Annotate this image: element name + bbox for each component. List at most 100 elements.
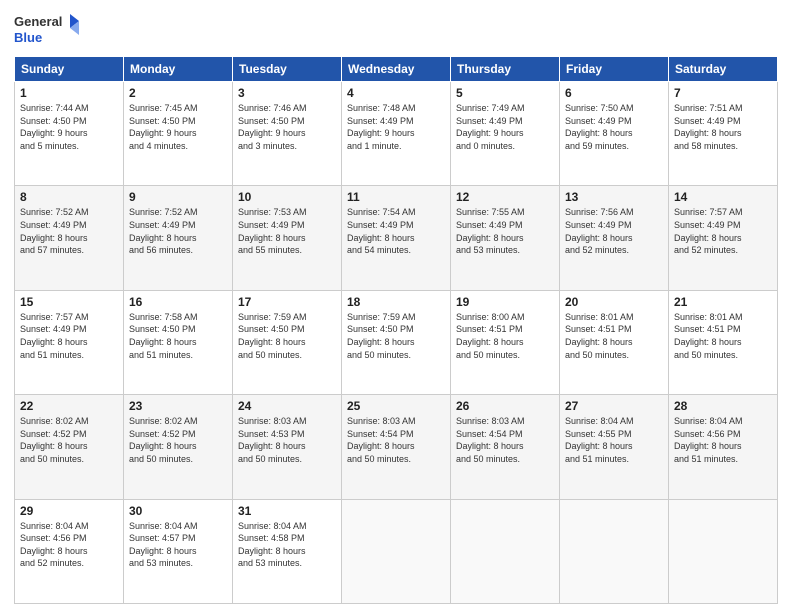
- day-cell: 27Sunrise: 8:04 AM Sunset: 4:55 PM Dayli…: [560, 395, 669, 499]
- day-cell: 2 Sunrise: 7:45 AM Sunset: 4:50 PM Daylig…: [124, 82, 233, 186]
- day-number: 2: [129, 86, 227, 100]
- day-info: Sunrise: 8:04 AM Sunset: 4:56 PM Dayligh…: [20, 520, 118, 570]
- day-info: Sunrise: 8:04 AM Sunset: 4:57 PM Dayligh…: [129, 520, 227, 570]
- svg-text:Blue: Blue: [14, 30, 42, 45]
- weekday-header-sunday: Sunday: [15, 57, 124, 82]
- day-cell: 29 Sunrise: 8:04 AM Sunset: 4:56 PM Dayli…: [15, 499, 124, 603]
- day-info: Sunrise: 7:59 AM Sunset: 4:50 PM Dayligh…: [347, 311, 445, 361]
- day-info: Sunrise: 7:48 AM Sunset: 4:49 PM Dayligh…: [347, 102, 445, 152]
- day-info: Sunrise: 7:49 AM Sunset: 4:49 PM Dayligh…: [456, 102, 554, 152]
- weekday-header-wednesday: Wednesday: [342, 57, 451, 82]
- day-number: 12: [456, 190, 554, 204]
- day-info: Sunrise: 7:54 AM Sunset: 4:49 PM Dayligh…: [347, 206, 445, 256]
- day-cell: 25 Sunrise: 8:03 AM Sunset: 4:54 PM Dayli…: [342, 395, 451, 499]
- day-info: Sunrise: 8:03 AM Sunset: 4:54 PM Dayligh…: [456, 415, 554, 465]
- weekday-header-saturday: Saturday: [669, 57, 778, 82]
- day-number: 5: [456, 86, 554, 100]
- logo-icon: GeneralBlue: [14, 12, 84, 48]
- day-cell: 18Sunrise: 7:59 AM Sunset: 4:50 PM Dayli…: [342, 290, 451, 394]
- day-info: Sunrise: 8:04 AM Sunset: 4:58 PM Dayligh…: [238, 520, 336, 570]
- day-cell: 16 Sunrise: 7:58 AM Sunset: 4:50 PM Dayli…: [124, 290, 233, 394]
- day-number: 13: [565, 190, 663, 204]
- day-cell: 26 Sunrise: 8:03 AM Sunset: 4:54 PM Dayli…: [451, 395, 560, 499]
- day-number: 31: [238, 504, 336, 518]
- day-number: 3: [238, 86, 336, 100]
- day-cell: 14 Sunrise: 7:57 AM Sunset: 4:49 PM Dayli…: [669, 186, 778, 290]
- week-row-3: 15Sunrise: 7:57 AM Sunset: 4:49 PM Dayli…: [15, 290, 778, 394]
- day-number: 24: [238, 399, 336, 413]
- day-cell: 6Sunrise: 7:50 AM Sunset: 4:49 PM Daylig…: [560, 82, 669, 186]
- day-info: Sunrise: 8:03 AM Sunset: 4:54 PM Dayligh…: [347, 415, 445, 465]
- logo: GeneralBlue: [14, 12, 84, 48]
- day-info: Sunrise: 7:58 AM Sunset: 4:50 PM Dayligh…: [129, 311, 227, 361]
- day-info: Sunrise: 8:02 AM Sunset: 4:52 PM Dayligh…: [129, 415, 227, 465]
- day-number: 8: [20, 190, 118, 204]
- day-cell: 5 Sunrise: 7:49 AM Sunset: 4:49 PM Daylig…: [451, 82, 560, 186]
- day-info: Sunrise: 7:59 AM Sunset: 4:50 PM Dayligh…: [238, 311, 336, 361]
- day-number: 29: [20, 504, 118, 518]
- weekday-header-row: SundayMondayTuesdayWednesdayThursdayFrid…: [15, 57, 778, 82]
- day-number: 1: [20, 86, 118, 100]
- day-info: Sunrise: 7:44 AM Sunset: 4:50 PM Dayligh…: [20, 102, 118, 152]
- day-number: 21: [674, 295, 772, 309]
- day-cell: 8 Sunrise: 7:52 AM Sunset: 4:49 PM Daylig…: [15, 186, 124, 290]
- day-cell: 1 Sunrise: 7:44 AM Sunset: 4:50 PM Daylig…: [15, 82, 124, 186]
- week-row-1: 1 Sunrise: 7:44 AM Sunset: 4:50 PM Daylig…: [15, 82, 778, 186]
- weekday-header-thursday: Thursday: [451, 57, 560, 82]
- day-info: Sunrise: 7:51 AM Sunset: 4:49 PM Dayligh…: [674, 102, 772, 152]
- day-number: 27: [565, 399, 663, 413]
- day-cell: 7 Sunrise: 7:51 AM Sunset: 4:49 PM Daylig…: [669, 82, 778, 186]
- day-cell: 31 Sunrise: 8:04 AM Sunset: 4:58 PM Dayli…: [233, 499, 342, 603]
- day-number: 16: [129, 295, 227, 309]
- day-cell: 11 Sunrise: 7:54 AM Sunset: 4:49 PM Dayli…: [342, 186, 451, 290]
- day-number: 30: [129, 504, 227, 518]
- day-number: 9: [129, 190, 227, 204]
- weekday-header-monday: Monday: [124, 57, 233, 82]
- day-number: 26: [456, 399, 554, 413]
- calendar-table: SundayMondayTuesdayWednesdayThursdayFrid…: [14, 56, 778, 604]
- day-info: Sunrise: 8:00 AM Sunset: 4:51 PM Dayligh…: [456, 311, 554, 361]
- day-number: 23: [129, 399, 227, 413]
- day-info: Sunrise: 7:57 AM Sunset: 4:49 PM Dayligh…: [674, 206, 772, 256]
- day-cell: 28Sunrise: 8:04 AM Sunset: 4:56 PM Dayli…: [669, 395, 778, 499]
- day-cell: 4 Sunrise: 7:48 AM Sunset: 4:49 PM Daylig…: [342, 82, 451, 186]
- header: GeneralBlue: [14, 12, 778, 48]
- day-cell: 9Sunrise: 7:52 AM Sunset: 4:49 PM Daylig…: [124, 186, 233, 290]
- day-number: 28: [674, 399, 772, 413]
- day-cell: 3Sunrise: 7:46 AM Sunset: 4:50 PM Daylig…: [233, 82, 342, 186]
- day-info: Sunrise: 7:52 AM Sunset: 4:49 PM Dayligh…: [20, 206, 118, 256]
- day-cell: 15Sunrise: 7:57 AM Sunset: 4:49 PM Dayli…: [15, 290, 124, 394]
- weekday-header-tuesday: Tuesday: [233, 57, 342, 82]
- day-number: 10: [238, 190, 336, 204]
- day-cell: [451, 499, 560, 603]
- day-info: Sunrise: 7:45 AM Sunset: 4:50 PM Dayligh…: [129, 102, 227, 152]
- day-cell: 20Sunrise: 8:01 AM Sunset: 4:51 PM Dayli…: [560, 290, 669, 394]
- day-number: 19: [456, 295, 554, 309]
- week-row-2: 8 Sunrise: 7:52 AM Sunset: 4:49 PM Daylig…: [15, 186, 778, 290]
- day-info: Sunrise: 7:53 AM Sunset: 4:49 PM Dayligh…: [238, 206, 336, 256]
- day-cell: 10 Sunrise: 7:53 AM Sunset: 4:49 PM Dayli…: [233, 186, 342, 290]
- day-cell: 12Sunrise: 7:55 AM Sunset: 4:49 PM Dayli…: [451, 186, 560, 290]
- day-number: 22: [20, 399, 118, 413]
- day-cell: [342, 499, 451, 603]
- weekday-header-friday: Friday: [560, 57, 669, 82]
- day-cell: [560, 499, 669, 603]
- day-number: 25: [347, 399, 445, 413]
- day-number: 11: [347, 190, 445, 204]
- day-number: 7: [674, 86, 772, 100]
- day-number: 17: [238, 295, 336, 309]
- calendar-container: GeneralBlue SundayMondayTuesdayWednesday…: [0, 0, 792, 612]
- day-info: Sunrise: 7:50 AM Sunset: 4:49 PM Dayligh…: [565, 102, 663, 152]
- week-row-5: 29 Sunrise: 8:04 AM Sunset: 4:56 PM Dayli…: [15, 499, 778, 603]
- day-cell: 17 Sunrise: 7:59 AM Sunset: 4:50 PM Dayli…: [233, 290, 342, 394]
- day-cell: 19 Sunrise: 8:00 AM Sunset: 4:51 PM Dayli…: [451, 290, 560, 394]
- day-cell: 23 Sunrise: 8:02 AM Sunset: 4:52 PM Dayli…: [124, 395, 233, 499]
- day-cell: 21Sunrise: 8:01 AM Sunset: 4:51 PM Dayli…: [669, 290, 778, 394]
- svg-text:General: General: [14, 14, 62, 29]
- day-info: Sunrise: 7:57 AM Sunset: 4:49 PM Dayligh…: [20, 311, 118, 361]
- day-number: 14: [674, 190, 772, 204]
- day-number: 4: [347, 86, 445, 100]
- day-info: Sunrise: 8:01 AM Sunset: 4:51 PM Dayligh…: [565, 311, 663, 361]
- day-cell: 30 Sunrise: 8:04 AM Sunset: 4:57 PM Dayli…: [124, 499, 233, 603]
- day-cell: 13Sunrise: 7:56 AM Sunset: 4:49 PM Dayli…: [560, 186, 669, 290]
